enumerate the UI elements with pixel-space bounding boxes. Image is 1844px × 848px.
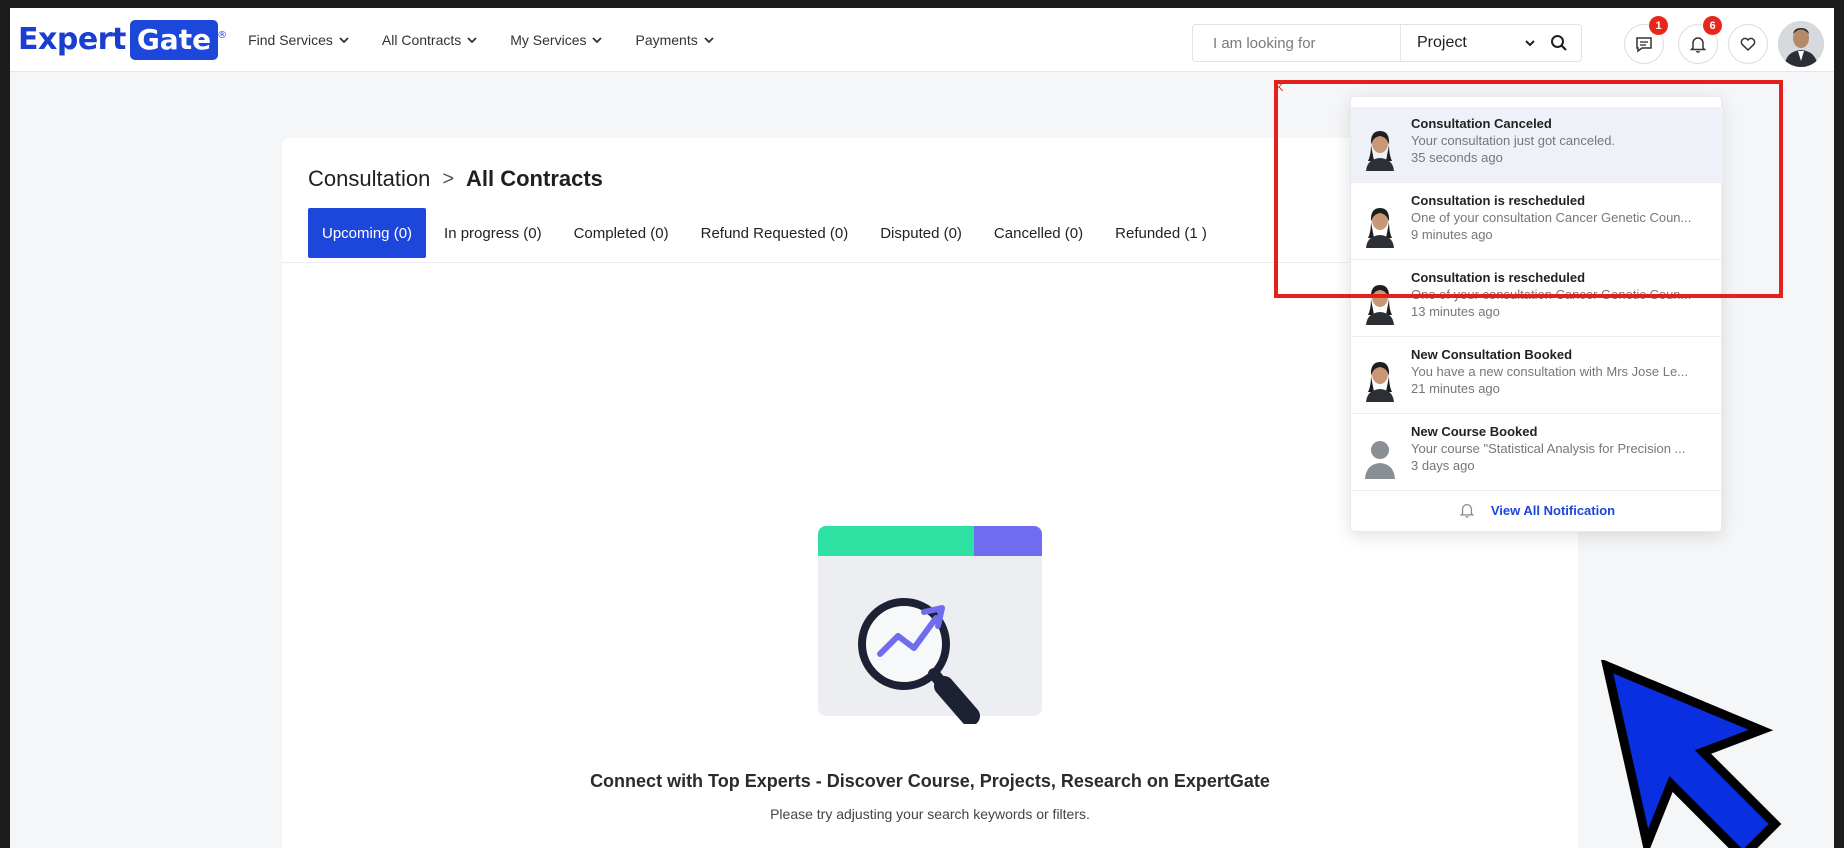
bell-icon [1689, 37, 1707, 53]
tab-in-progress[interactable]: In progress (0) [430, 208, 556, 258]
app-window: Expert Gate ® Find Services All Contracts… [0, 0, 1844, 848]
notification-item[interactable]: New Consultation Booked You have a new c… [1351, 338, 1723, 414]
breadcrumb-separator: > [442, 167, 454, 190]
tab-completed[interactable]: Completed (0) [560, 208, 683, 258]
main-menu: Find Services All Contracts My Services … [248, 32, 747, 48]
notification-time: 13 minutes ago [1411, 304, 1500, 319]
expertgate-logo[interactable]: Expert Gate ® [18, 8, 227, 72]
search-button[interactable] [1543, 27, 1575, 59]
notification-body: You have a new consultation with Mrs Jos… [1411, 364, 1689, 379]
notification-body: Your course "Statistical Analysis for Pr… [1411, 441, 1686, 456]
tab-disputed[interactable]: Disputed (0) [866, 208, 976, 258]
user-avatar[interactable] [1778, 21, 1824, 67]
user-photo-icon [1778, 21, 1824, 67]
view-all-label: View All Notification [1490, 502, 1616, 518]
notifications-button[interactable]: 6 [1678, 16, 1722, 64]
nav-find-services[interactable]: Find Services [248, 32, 349, 48]
top-navbar: Expert Gate ® Find Services All Contracts… [10, 8, 1834, 72]
empty-state-title: Connect with Top Experts - Discover Cour… [590, 771, 1270, 791]
empty-search-illustration [818, 526, 1042, 724]
heart-icon [1740, 37, 1756, 52]
breadcrumb: Consultation > All Contracts [308, 166, 603, 192]
chevron-down-icon [339, 36, 349, 43]
tab-refunded[interactable]: Refunded (1 ) [1101, 208, 1221, 258]
cursor-arrow-icon [1601, 660, 1782, 848]
message-count-badge: 1 [1649, 16, 1668, 35]
highlight-marker: K [1276, 82, 1284, 94]
search-input[interactable] [1193, 25, 1401, 61]
tab-upcoming[interactable]: Upcoming (0) [308, 208, 427, 258]
tab-refund-requested[interactable]: Refund Requested (0) [687, 208, 863, 258]
female-avatar-icon [1366, 362, 1394, 402]
empty-state-subtitle: Please try adjusting your search keyword… [770, 806, 1090, 822]
favorites-button[interactable] [1728, 24, 1768, 64]
message-icon [1636, 37, 1652, 53]
tab-cancelled[interactable]: Cancelled (0) [980, 208, 1097, 258]
chevron-down-icon [704, 36, 714, 43]
search-type-select[interactable]: Project [1417, 34, 1535, 52]
notification-title: New Course Booked [1411, 424, 1538, 439]
notification-time: 21 minutes ago [1411, 381, 1500, 396]
chevron-down-icon [592, 36, 603, 43]
messages-button[interactable]: 1 [1624, 16, 1668, 64]
notification-title: New Consultation Booked [1411, 347, 1573, 362]
notification-time: 3 days ago [1411, 458, 1475, 473]
nav-payments[interactable]: Payments [635, 32, 714, 48]
notification-item[interactable]: New Course Booked Your course "Statistic… [1351, 415, 1723, 491]
bell-icon [1459, 504, 1475, 518]
contract-tabs: Upcoming (0) In progress (0) Completed (… [308, 208, 1225, 258]
highlight-box [1274, 80, 1783, 298]
nav-all-contracts[interactable]: All Contracts [382, 32, 477, 48]
notification-count-badge: 6 [1703, 16, 1722, 35]
view-all-notifications-link[interactable]: View All Notification [1351, 492, 1723, 528]
logo-text-expert: Expert [18, 22, 126, 57]
chevron-down-icon [467, 36, 477, 43]
breadcrumb-parent[interactable]: Consultation [308, 166, 430, 192]
breadcrumb-current: All Contracts [466, 166, 603, 191]
search-icon [1551, 35, 1567, 51]
logo-text-gate: Gate ® [129, 19, 227, 60]
chevron-down-icon [1525, 40, 1535, 47]
placeholder-avatar-icon [1365, 441, 1395, 479]
nav-my-services[interactable]: My Services [510, 32, 603, 48]
search-bar: Project [1192, 24, 1582, 62]
